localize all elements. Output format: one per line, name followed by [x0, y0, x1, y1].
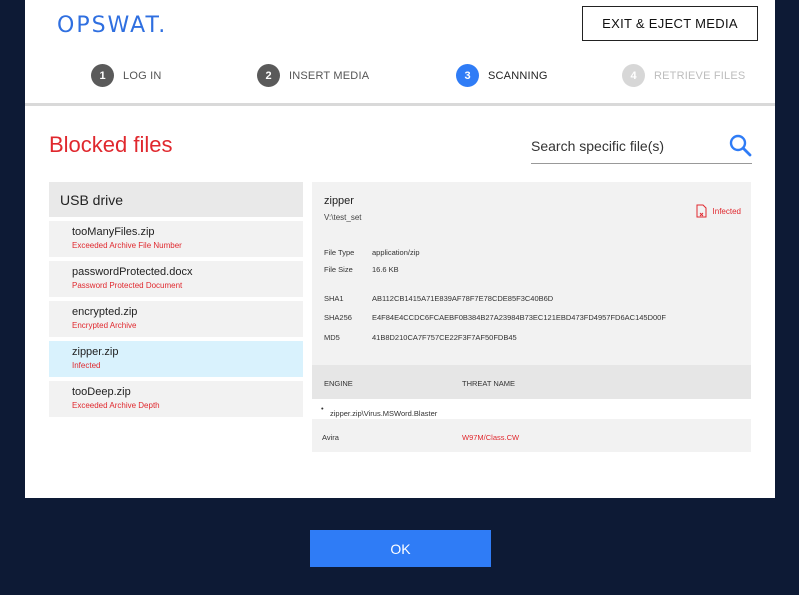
sha256-label: SHA256: [324, 313, 352, 322]
progress-steps: 1 LOG IN 2 INSERT MEDIA 3 SCANNING 4 RET…: [25, 64, 775, 92]
file-status: Exceeded Archive Depth: [72, 401, 160, 410]
search-icon[interactable]: [728, 133, 752, 157]
sha1-value: AB112CB1415A71E839AF78F7E78CDE85F3C40B6D: [372, 294, 554, 303]
file-type-value: application/zip: [372, 248, 420, 257]
md5-value: 41B8D210CA7F757CE22F3F7AF50FDB45: [372, 333, 517, 342]
file-item-zipper[interactable]: zipper.zip Infected: [49, 341, 303, 377]
detail-file-name: zipper: [324, 195, 354, 207]
file-name: encrypted.zip: [72, 306, 138, 318]
sha256-value: E4F84E4CCDC6FCAEBF0B384B27A23984B73EC121…: [372, 313, 666, 322]
sha256-row: SHA256 E4F84E4CCDC6FCAEBF0B384B27A23984B7…: [324, 313, 666, 322]
step-insert-media: 2 INSERT MEDIA: [257, 64, 369, 87]
step-scanning: 3 SCANNING: [456, 64, 548, 87]
threat-name: W97M/Class.CW: [462, 433, 520, 442]
threat-path-row: • zipper.zip\Virus.MSWord.Blaster: [312, 399, 751, 419]
file-name: passwordProtected.docx: [72, 266, 193, 278]
infected-label: Infected: [712, 207, 741, 216]
engine-column-header: ENGINE: [324, 379, 353, 388]
threat-path-text: zipper.zip\Virus.MSWord.Blaster: [330, 409, 438, 418]
step-number: 2: [257, 64, 280, 87]
dialog-card: OPSWAT. EXIT & EJECT MEDIA 1 LOG IN 2 IN…: [25, 0, 775, 498]
file-item-encrypted[interactable]: encrypted.zip Encrypted Archive: [49, 301, 303, 337]
step-label: SCANNING: [488, 69, 548, 82]
step-label: LOG IN: [123, 69, 162, 82]
file-name: tooDeep.zip: [72, 386, 131, 398]
sha1-label: SHA1: [324, 294, 344, 303]
step-label: INSERT MEDIA: [289, 69, 370, 82]
exit-eject-button[interactable]: EXIT & EJECT MEDIA: [582, 6, 758, 41]
step-retrieve-files: 4 RETRIEVE FILES: [622, 64, 745, 87]
file-type-row: File Type application/zip: [324, 248, 420, 257]
file-item-toomanyfiles[interactable]: tooManyFiles.zip Exceeded Archive File N…: [49, 221, 303, 257]
opswat-logo: OPSWAT.: [57, 13, 168, 38]
file-status: Password Protected Document: [72, 281, 183, 290]
file-item-toodeep[interactable]: tooDeep.zip Exceeded Archive Depth: [49, 381, 303, 417]
page-title: Blocked files: [49, 132, 173, 157]
threat-table-header: ENGINE THREAT NAME: [312, 365, 751, 399]
sha1-row: SHA1 AB112CB1415A71E839AF78F7E78CDE85F3C4…: [324, 294, 553, 303]
infected-badge: Infected: [694, 204, 741, 219]
ok-button[interactable]: OK: [310, 530, 491, 567]
file-name: tooManyFiles.zip: [72, 226, 155, 238]
file-list: USB drive tooManyFiles.zip Exceeded Arch…: [49, 182, 303, 417]
file-list-header: USB drive: [49, 182, 303, 217]
step-number: 4: [622, 64, 645, 87]
file-size-label: File Size: [324, 265, 353, 274]
file-details-panel: zipper V:\test_set Infected File Type app…: [312, 182, 751, 452]
step-number: 3: [456, 64, 479, 87]
threat-path: • zipper.zip\Virus.MSWord.Blaster: [321, 404, 438, 418]
search-input[interactable]: [531, 134, 716, 158]
file-item-passwordprotected[interactable]: passwordProtected.docx Password Protecte…: [49, 261, 303, 297]
file-status: Encrypted Archive: [72, 321, 137, 330]
step-number: 1: [91, 64, 114, 87]
file-size-value: 16.6 KB: [372, 265, 399, 274]
detail-file-path: V:\test_set: [324, 213, 362, 222]
step-label: RETRIEVE FILES: [654, 69, 746, 82]
infected-file-icon: [696, 204, 707, 218]
file-status: Exceeded Archive File Number: [72, 241, 182, 250]
md5-row: MD5 41B8D210CA7F757CE22F3F7AF50FDB45: [324, 333, 517, 342]
file-name: zipper.zip: [72, 346, 119, 358]
header-divider: [25, 103, 775, 106]
step-log-in: 1 LOG IN: [91, 64, 162, 87]
file-type-label: File Type: [324, 248, 355, 257]
threat-column-header: THREAT NAME: [462, 379, 516, 388]
file-status: Infected: [72, 361, 101, 370]
md5-label: MD5: [324, 333, 340, 342]
file-size-row: File Size 16.6 KB: [324, 265, 399, 274]
table-row: Avira W97M/Class.CW: [312, 419, 751, 452]
search-box: [531, 130, 752, 164]
engine-name: Avira: [322, 433, 339, 442]
